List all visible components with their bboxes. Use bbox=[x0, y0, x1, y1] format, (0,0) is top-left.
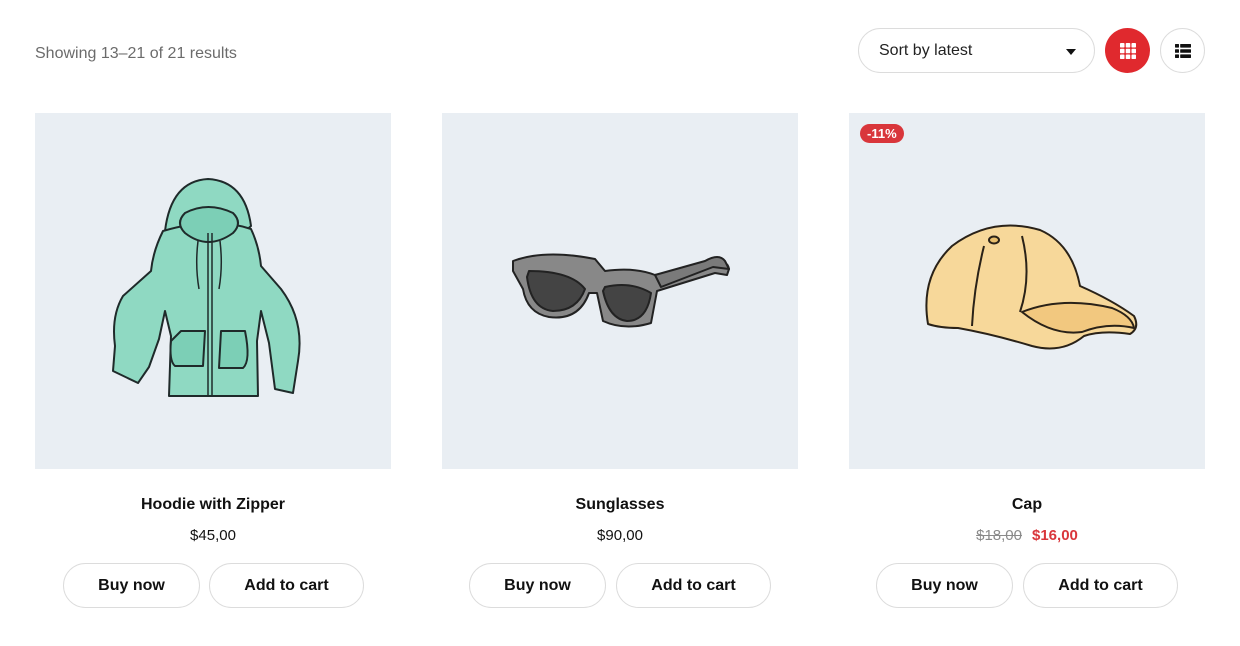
list-view-button[interactable] bbox=[1160, 28, 1205, 73]
price-value: $90,00 bbox=[597, 527, 643, 544]
cap-image bbox=[925, 224, 1138, 350]
buy-now-button[interactable]: Buy now bbox=[876, 563, 1013, 608]
buy-now-button[interactable]: Buy now bbox=[63, 563, 200, 608]
product-image[interactable] bbox=[35, 113, 391, 469]
product-title[interactable]: Cap bbox=[849, 496, 1205, 514]
old-price: $18,00 bbox=[976, 527, 1022, 544]
list-icon bbox=[1174, 43, 1191, 58]
product-card: -11% Cap $18,00 $16,00 Buy now Add to car… bbox=[849, 113, 1205, 608]
hoodie-image bbox=[112, 178, 301, 397]
buy-now-button[interactable]: Buy now bbox=[469, 563, 606, 608]
product-card: Sunglasses $90,00 Buy now Add to cart bbox=[442, 113, 798, 608]
grid-view-button[interactable] bbox=[1105, 28, 1150, 73]
result-count: Showing 13–21 of 21 results bbox=[35, 45, 237, 62]
add-to-cart-button[interactable]: Add to cart bbox=[209, 563, 364, 608]
sale-price: $16,00 bbox=[1032, 527, 1078, 544]
product-price: $90,00 bbox=[442, 527, 798, 544]
product-title[interactable]: Sunglasses bbox=[442, 496, 798, 514]
sale-badge: -11% bbox=[860, 124, 904, 143]
sort-select-value: Sort by latest bbox=[879, 41, 973, 59]
product-card: Hoodie with Zipper $45,00 Buy now Add to… bbox=[35, 113, 391, 608]
sort-select[interactable]: Sort by latest bbox=[858, 28, 1095, 73]
product-image[interactable] bbox=[442, 113, 798, 469]
product-price: $18,00 $16,00 bbox=[849, 527, 1205, 544]
price-value: $45,00 bbox=[190, 527, 236, 544]
product-price: $45,00 bbox=[35, 527, 391, 544]
add-to-cart-button[interactable]: Add to cart bbox=[616, 563, 771, 608]
chevron-down-icon bbox=[1066, 49, 1076, 55]
sunglasses-image bbox=[512, 253, 730, 328]
product-image[interactable]: -11% bbox=[849, 113, 1205, 469]
add-to-cart-button[interactable]: Add to cart bbox=[1023, 563, 1178, 608]
product-title[interactable]: Hoodie with Zipper bbox=[35, 496, 391, 514]
grid-icon bbox=[1119, 42, 1136, 59]
